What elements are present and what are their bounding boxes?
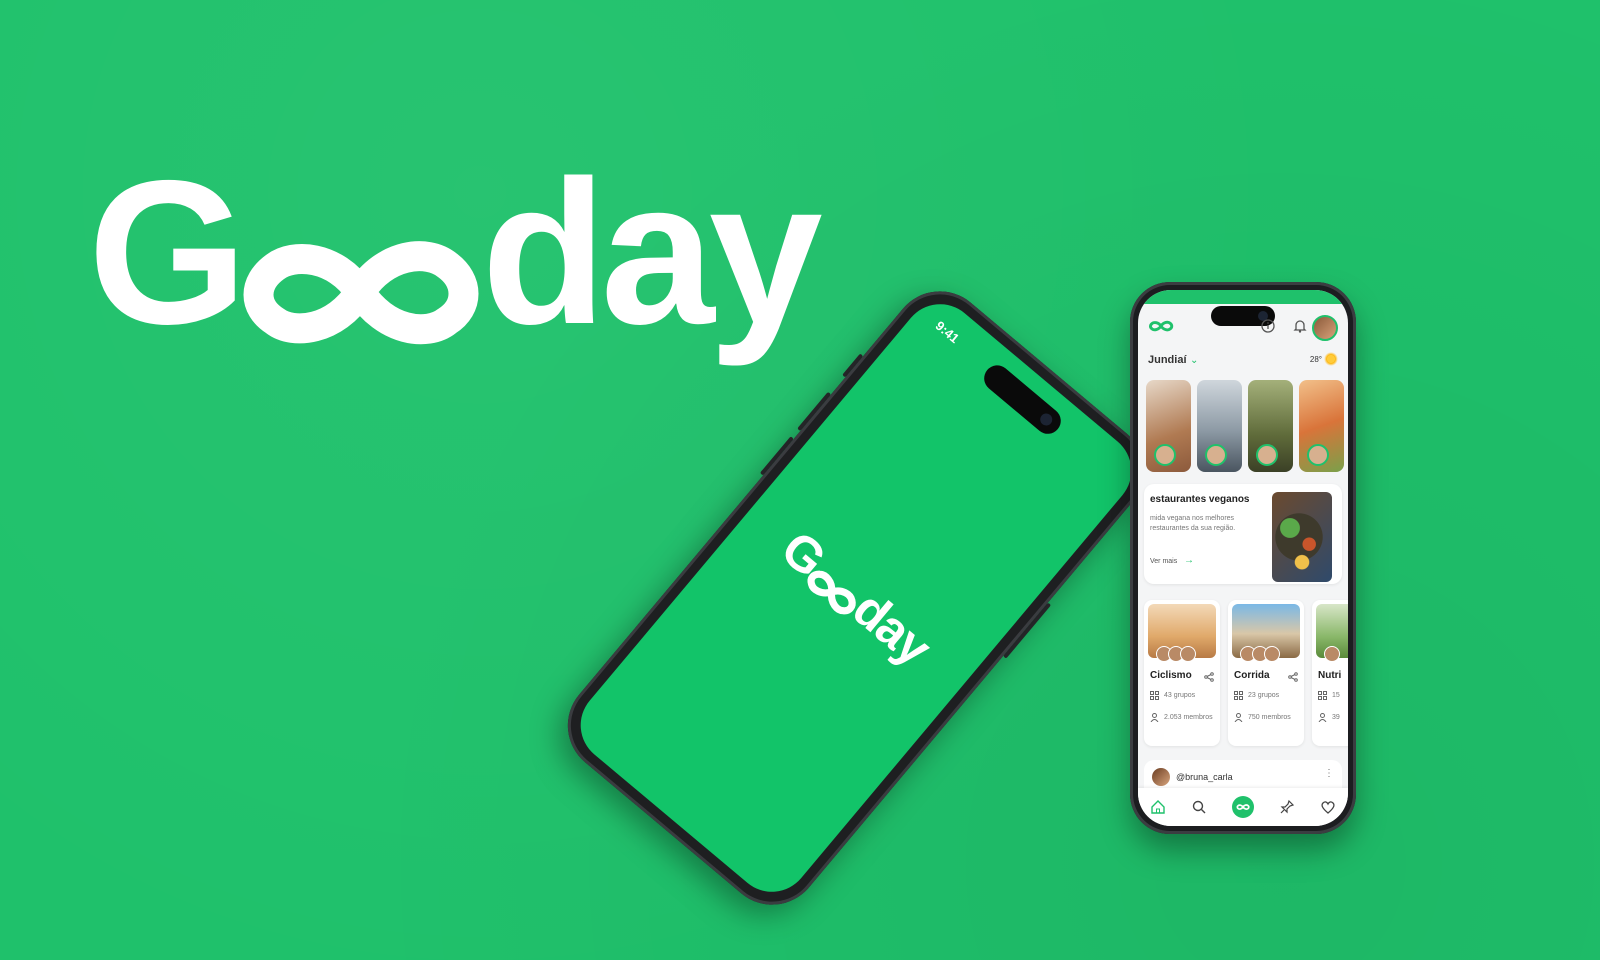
heart-icon[interactable]	[1320, 799, 1336, 815]
sun-icon	[1324, 352, 1338, 366]
featured-card[interactable]: estaurantes veganos mida vegana nos melh…	[1144, 484, 1342, 584]
brand-logo: G day	[88, 138, 823, 367]
app-header	[1138, 310, 1348, 341]
group-name: Corrida	[1234, 670, 1270, 681]
avatar	[1154, 444, 1176, 466]
share-icon[interactable]	[1204, 672, 1214, 682]
person-icon	[1318, 713, 1327, 722]
group-card[interactable]: Ciclismo 43 grupos 2.053 membros	[1144, 600, 1220, 746]
status-bar	[1138, 290, 1348, 304]
share-icon[interactable]	[1288, 672, 1298, 682]
group-card[interactable]: Nutri 15 39	[1312, 600, 1348, 746]
bottom-tabbar	[1138, 788, 1348, 826]
avatar	[1205, 444, 1227, 466]
story-item[interactable]	[1299, 380, 1344, 472]
grid-icon	[1234, 691, 1243, 700]
bell-icon[interactable]	[1292, 318, 1308, 334]
see-more-link[interactable]: Ver mais	[1150, 558, 1177, 565]
group-card[interactable]: Corrida 23 grupos 750 membros	[1228, 600, 1304, 746]
avatar	[1307, 444, 1329, 466]
avatar	[1256, 444, 1278, 466]
story-item[interactable]	[1197, 380, 1242, 472]
member-avatars	[1240, 646, 1280, 662]
post-username[interactable]: @bruna_carla	[1176, 772, 1233, 782]
camera-icon	[1037, 411, 1055, 428]
location-row: Jundiaí ⌄ 28°	[1148, 352, 1338, 370]
splash-logo: G day	[770, 520, 941, 677]
grid-icon	[1150, 691, 1159, 700]
info-icon[interactable]	[1260, 318, 1276, 334]
infinity-icon[interactable]	[1231, 796, 1254, 818]
logo-letter-g: G	[88, 138, 247, 367]
phone-app: Jundiaí ⌄ 28° estaurantes veganos mida v…	[1130, 282, 1356, 834]
members-count: 2.053 membros	[1164, 714, 1213, 721]
members-count: 39	[1332, 714, 1340, 721]
status-time: 9:41	[932, 317, 963, 347]
pin-icon[interactable]	[1279, 799, 1295, 815]
temperature: 28°	[1309, 355, 1322, 364]
groups-row: Ciclismo 43 grupos 2.053 membros Corrida…	[1144, 600, 1348, 746]
food-image	[1272, 492, 1332, 582]
home-icon[interactable]	[1150, 799, 1166, 815]
person-icon	[1234, 713, 1243, 722]
app-screen: Jundiaí ⌄ 28° estaurantes veganos mida v…	[1138, 290, 1348, 826]
groups-count: 23 grupos	[1248, 692, 1280, 699]
story-item[interactable]	[1146, 380, 1191, 472]
groups-count: 43 grupos	[1164, 692, 1196, 699]
featured-card-description: mida vegana nos melhores restaurantes da…	[1150, 515, 1236, 533]
search-icon[interactable]	[1191, 799, 1207, 815]
logo-text-day: day	[481, 138, 822, 367]
groups-count: 15	[1332, 692, 1340, 699]
arrow-right-icon[interactable]: →	[1184, 555, 1194, 566]
member-avatars	[1156, 646, 1196, 662]
location-selector[interactable]: Jundiaí	[1148, 354, 1187, 366]
more-options-icon[interactable]: ⋮	[1324, 768, 1334, 779]
story-item[interactable]	[1248, 380, 1293, 472]
profile-avatar[interactable]	[1312, 315, 1338, 341]
member-avatars	[1324, 646, 1340, 662]
group-name: Ciclismo	[1150, 670, 1192, 681]
featured-card-title: estaurantes veganos	[1150, 494, 1250, 505]
person-icon	[1150, 713, 1159, 722]
app-logo-icon[interactable]	[1148, 319, 1174, 333]
stories-row	[1146, 380, 1348, 472]
group-name: Nutri	[1318, 670, 1342, 681]
infinity-icon	[244, 241, 479, 345]
chevron-down-icon[interactable]: ⌄	[1190, 355, 1198, 366]
grid-icon	[1318, 691, 1327, 700]
avatar[interactable]	[1152, 768, 1170, 786]
members-count: 750 membros	[1248, 714, 1291, 721]
